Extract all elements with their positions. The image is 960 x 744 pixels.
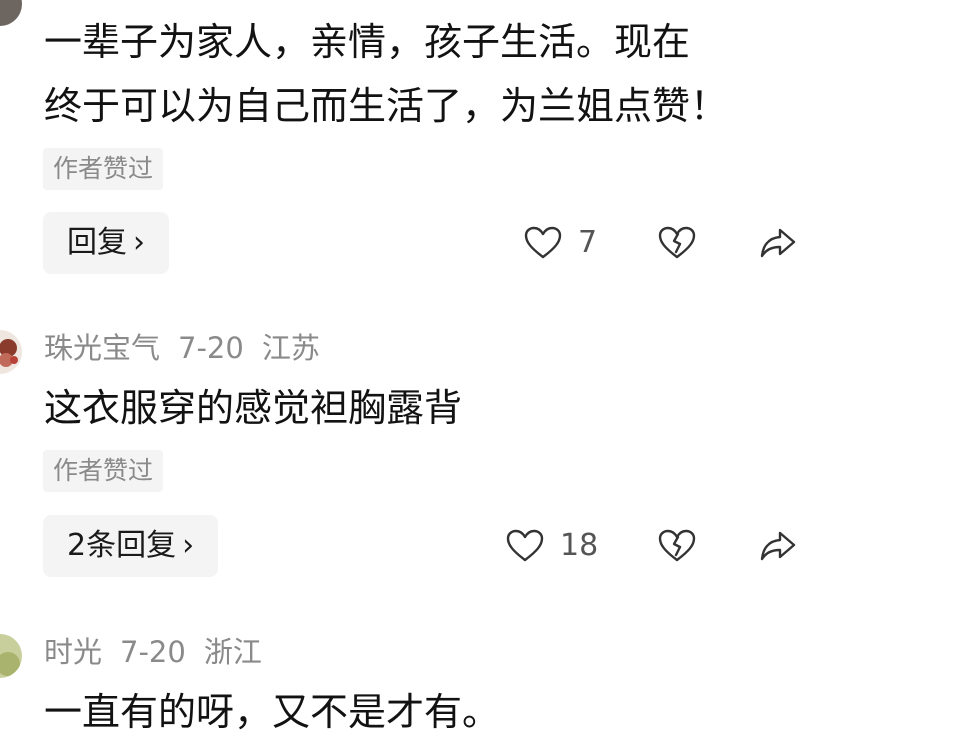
like-count: 18 bbox=[560, 528, 599, 563]
replies-button[interactable]: 2条回复 › bbox=[43, 515, 219, 577]
reply-label: 回复 bbox=[67, 225, 127, 260]
reply-button[interactable]: 回复 › bbox=[43, 212, 169, 274]
chevron-right-icon: › bbox=[182, 528, 195, 563]
comment-location: 浙江 bbox=[203, 635, 262, 669]
comment-date: 7-20 bbox=[178, 331, 244, 365]
comment-text: 一直有的呀，又不是才有。 bbox=[44, 690, 501, 734]
avatar[interactable] bbox=[0, 634, 22, 678]
avatar[interactable] bbox=[0, 0, 22, 26]
author-liked-badge: 作者赞过 bbox=[43, 148, 164, 190]
share-arrow-icon[interactable] bbox=[758, 526, 798, 566]
username[interactable]: 珠光宝气 bbox=[44, 331, 160, 365]
chevron-right-icon: › bbox=[133, 225, 145, 260]
comment-meta: 珠光宝气 7-20 江苏 bbox=[44, 330, 338, 366]
share-arrow-icon[interactable] bbox=[758, 223, 798, 263]
heart-icon[interactable] bbox=[505, 526, 545, 566]
broken-heart-icon[interactable] bbox=[657, 526, 697, 566]
avatar[interactable] bbox=[0, 330, 22, 374]
comment-meta: 时光 7-20 浙江 bbox=[44, 634, 280, 670]
like-count: 7 bbox=[578, 225, 598, 260]
broken-heart-icon[interactable] bbox=[657, 223, 697, 263]
username[interactable]: 时光 bbox=[44, 635, 102, 669]
comment-text: 一辈子为家人，亲情，孩子生活。现在 bbox=[44, 20, 691, 64]
reply-label: 2条回复 bbox=[67, 528, 177, 563]
comment-text: 终于可以为自己而生活了，为兰姐点赞！ bbox=[44, 84, 729, 128]
comment-text: 这衣服穿的感觉袒胸露背 bbox=[44, 386, 463, 430]
heart-icon[interactable] bbox=[523, 223, 563, 263]
comment-location: 江苏 bbox=[261, 331, 320, 365]
comment-date: 7-20 bbox=[120, 635, 186, 669]
author-liked-badge: 作者赞过 bbox=[43, 450, 164, 492]
